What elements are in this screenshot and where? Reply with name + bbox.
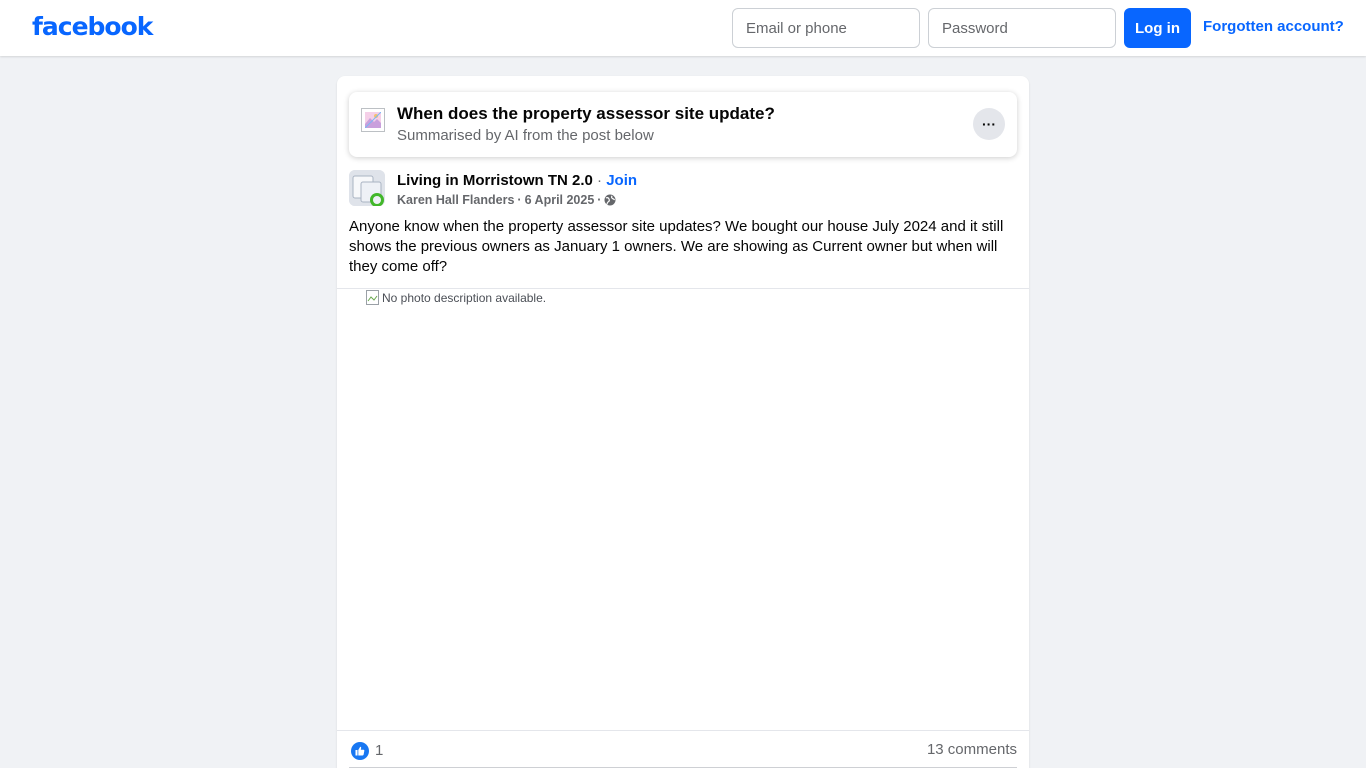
top-bar: facebook Log in Forgotten account? (0, 0, 1366, 56)
author-name-link[interactable]: Karen Hall Flanders (397, 193, 514, 207)
ai-summary-subtitle: Summarised by AI from the post below (397, 127, 654, 144)
ai-summary-title: When does the property assessor site upd… (397, 104, 775, 123)
password-input[interactable] (928, 8, 1116, 48)
more-options-button[interactable]: ··· (973, 108, 1005, 140)
ai-summary-box: When does the property assessor site upd… (349, 92, 1017, 157)
group-avatar[interactable] (349, 170, 385, 206)
post-card: When does the property assessor site upd… (337, 76, 1029, 768)
like-reaction-icon[interactable] (351, 742, 369, 760)
group-name-link[interactable]: Living in Morristown TN 2.0 (397, 172, 593, 189)
comments-count-link[interactable]: 13 comments (927, 741, 1017, 758)
broken-image-placeholder: No photo description available. (366, 290, 546, 306)
post-date-link[interactable]: 6 April 2025 (525, 193, 595, 207)
email-input[interactable] (732, 8, 920, 48)
post-body-text: Anyone know when the property assessor s… (349, 218, 1004, 275)
group-header: Living in Morristown TN 2.0 · Join (397, 172, 637, 189)
image-alt-text: No photo description available. (382, 291, 547, 305)
separator-dot: · (597, 193, 602, 207)
login-button[interactable]: Log in (1124, 8, 1191, 48)
post-meta: Karen Hall Flanders · 6 April 2025 · (397, 193, 616, 207)
join-link[interactable]: Join (606, 172, 637, 189)
forgotten-account-link[interactable]: Forgotten account? (1203, 18, 1344, 35)
reactions-bar: 1 13 comments (349, 738, 1017, 768)
separator-dot: · (517, 193, 522, 207)
separator-dot: · (592, 172, 607, 189)
broken-image-icon (366, 290, 379, 305)
facebook-logo[interactable]: facebook (32, 12, 153, 41)
globe-icon (604, 194, 616, 206)
post-media[interactable]: No photo description available. (337, 288, 1029, 731)
ai-summary-icon (361, 108, 385, 132)
like-count[interactable]: 1 (375, 742, 383, 759)
